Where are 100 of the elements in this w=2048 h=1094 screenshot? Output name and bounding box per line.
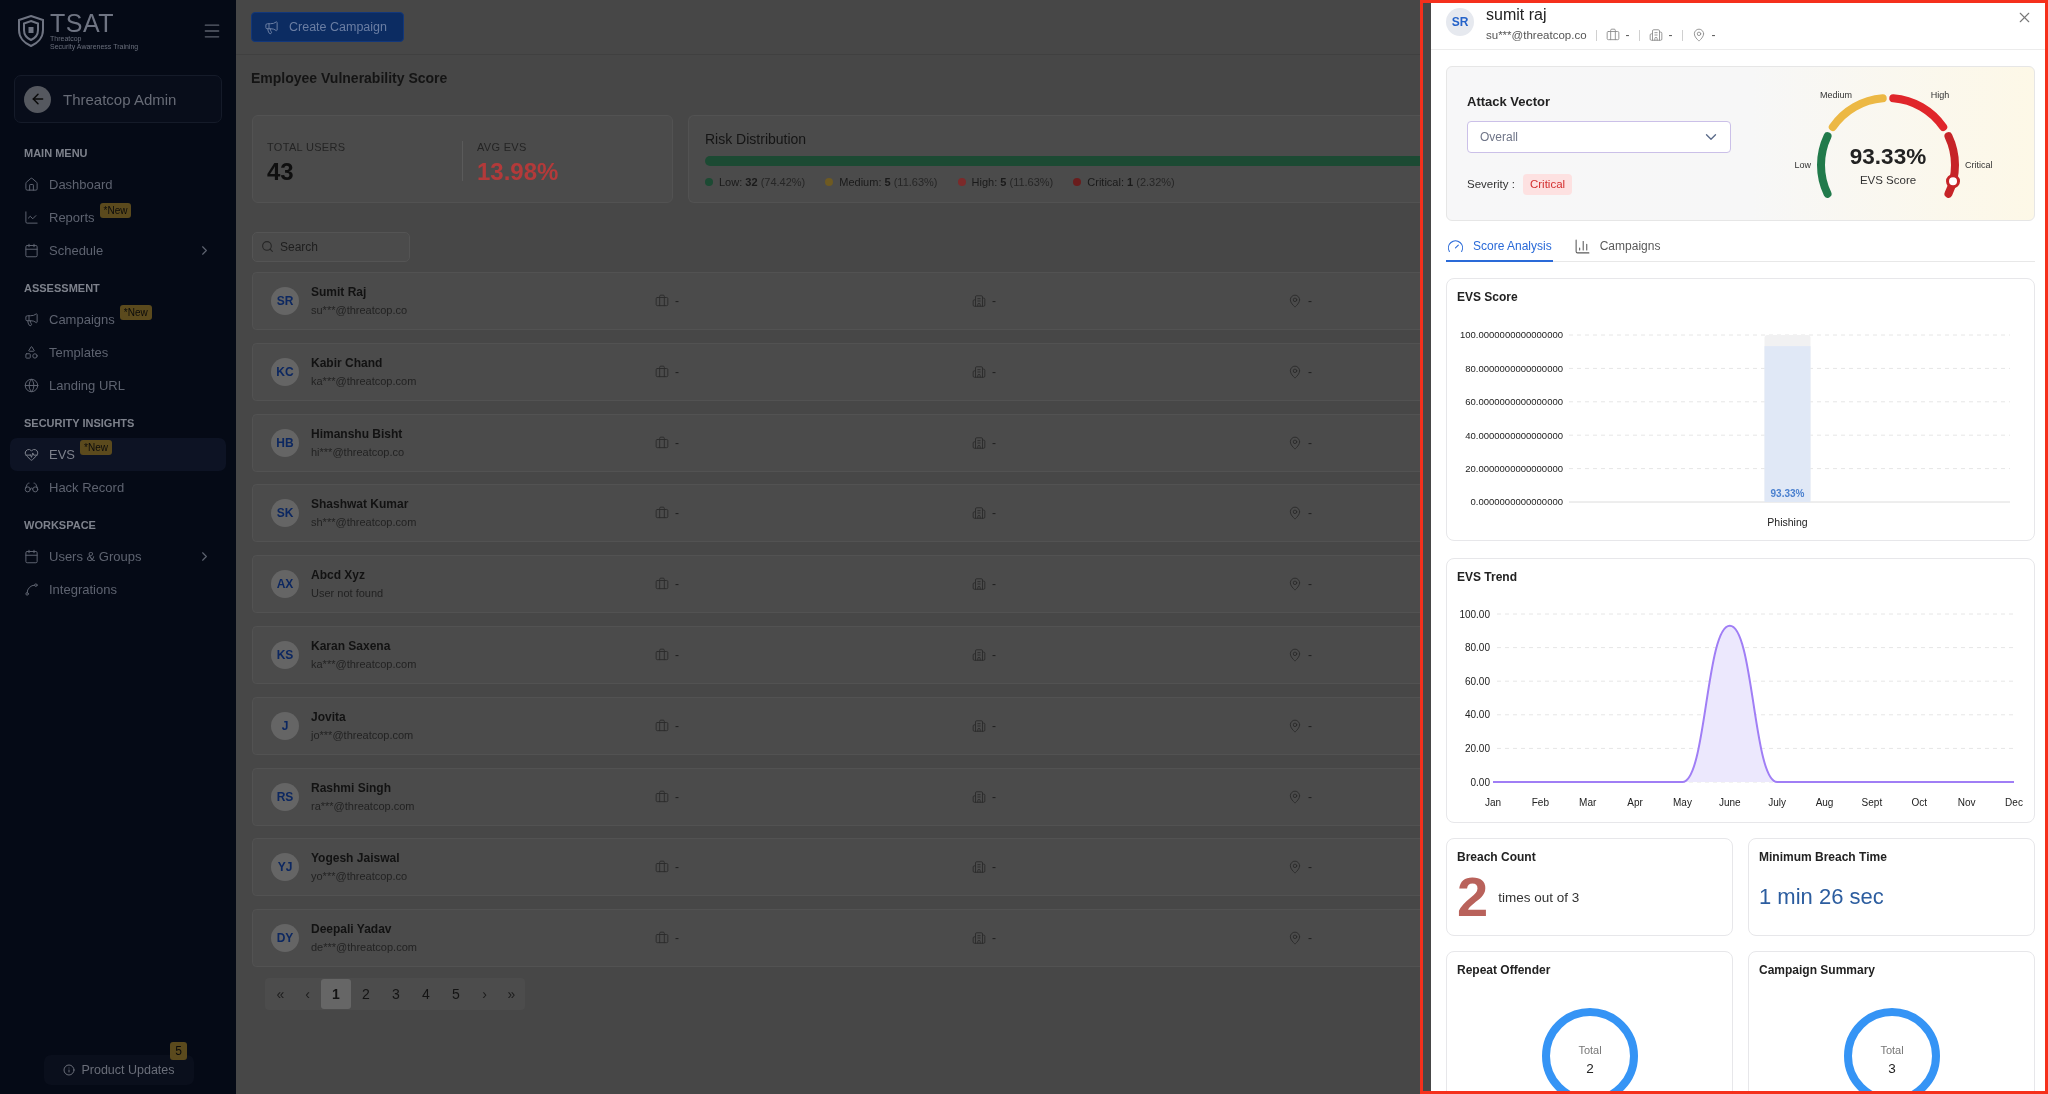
card-title: EVS Score [1457,289,1518,306]
section-heading: WORKSPACE [24,518,96,532]
y-tick-label: 100.00 [1459,608,1490,620]
company-value: - [992,789,996,804]
company-value: - [992,506,996,521]
location-pin-icon [1288,648,1302,662]
product-updates-button[interactable]: Product Updates [44,1055,194,1085]
location-value: - [1308,860,1312,875]
last-page-button[interactable]: » [498,979,525,1010]
bar-value-label: 93.33% [1770,488,1805,499]
x-tick-label: Aug [1815,797,1834,808]
building-icon [972,648,986,662]
back-button[interactable] [24,85,51,113]
heart-pulse-icon [24,447,39,462]
company-value: - [992,364,996,379]
section-heading: SECURITY INSIGHTS [24,416,135,430]
y-tick-label: 0.00 [1470,776,1490,788]
briefcase-icon [655,860,669,875]
new-badge: *New [80,440,112,455]
page-button[interactable]: 2 [351,979,381,1010]
y-tick-label: 80.0000000000000000 [1465,362,1563,374]
sidebar-item[interactable]: Schedule [10,234,226,267]
create-campaign-button[interactable]: Create Campaign [251,12,404,42]
building-icon [972,506,986,521]
first-page-button[interactable]: « [267,979,294,1010]
building-icon [972,364,986,379]
building-icon [972,577,986,592]
page-button[interactable]: 5 [441,979,471,1010]
sidebar-item[interactable]: Reports *New [10,201,226,234]
gauge-value: 93.33% [1849,144,1927,169]
x-tick-label: Phishing [1767,516,1808,528]
company-value: - [992,648,996,662]
drawer-user-email: su***@threatcop.co [1486,29,1587,41]
department-value: - [675,648,679,662]
y-tick-label: 20.0000000000000000 [1465,462,1563,474]
sidebar-item[interactable]: Campaigns *New [10,303,226,336]
y-tick-label: 0.0000000000000000 [1470,496,1563,508]
y-tick-label: 80.00 [1464,642,1490,654]
user-avatar: DY [271,924,299,953]
company-value: - [992,931,996,946]
y-tick-label: 60.0000000000000000 [1465,396,1563,408]
sidebar-item[interactable]: Hack Record [10,471,226,504]
total-value: 3 [1887,1061,1896,1076]
tab[interactable]: Score Analysis [1446,232,1553,262]
user-name: Shashwat Kumar [311,497,409,513]
tab[interactable]: Campaigns [1572,232,1662,262]
x-tick-label: Dec [2005,797,2023,808]
user-avatar: AX [271,570,299,599]
building-icon [972,860,986,875]
severity-label: Severity : [1467,178,1515,190]
building-icon [972,294,986,308]
sidebar-item[interactable]: Landing URL [10,369,226,402]
megaphone-icon [264,19,279,35]
calendar-icon [24,243,39,258]
total-label: Total [1879,1044,1904,1056]
user-name: Rashmi Singh [311,780,391,796]
location-value: - [1308,931,1312,946]
building-icon [972,718,986,733]
account-card[interactable]: Threatcop Admin [14,75,222,123]
company-value: - [992,860,996,875]
briefcase-icon [655,931,669,946]
company-value: - [1668,28,1673,42]
gauge-band-label: Critical [1965,160,1993,170]
user-avatar: YJ [271,853,299,882]
department-value: - [1625,28,1630,42]
briefcase-icon [655,294,669,308]
y-tick-label: 60.00 [1464,675,1490,687]
x-tick-label: Jan [1484,797,1502,808]
card-title: EVS Trend [1457,569,1518,586]
department-value: - [675,506,679,521]
severity-badge: Critical [1522,173,1573,195]
sidebar-item[interactable]: Dashboard [10,168,226,201]
department-value: - [675,294,679,308]
stat-value: 13.98% [477,158,559,186]
shield-logo-icon [18,15,44,47]
sidebar-item[interactable]: Integrations [10,573,226,606]
location-value: - [1308,364,1312,379]
sidebar-item[interactable]: Users & Groups [10,540,226,573]
location-value: - [1308,577,1312,592]
sidebar-item[interactable]: Templates [10,336,226,369]
previous-page-button[interactable]: ‹ [294,979,321,1010]
building-icon [972,789,986,804]
section-heading: MAIN MENU [24,146,88,160]
page-button[interactable]: 4 [411,979,441,1010]
user-name: Jovita [311,709,346,725]
glasses-icon [24,480,39,495]
attack-vector-select[interactable]: Overall [1467,121,1731,153]
next-page-button[interactable]: › [471,979,498,1010]
calendar-icon [24,549,39,564]
section-heading: ASSESSMENT [24,281,100,295]
user-avatar: KS [271,641,299,669]
breach-count-text: times out of 3 [1498,889,1580,905]
page-button[interactable]: 3 [381,979,411,1010]
department-value: - [675,435,679,450]
info-icon [63,1064,76,1076]
gauge-caption: EVS Score [1859,174,1917,186]
page-button[interactable]: 1 [321,979,351,1010]
sidebar-item[interactable]: EVS *New [10,438,226,471]
department-value: - [675,789,679,804]
x-tick-label: Mar [1579,797,1597,808]
